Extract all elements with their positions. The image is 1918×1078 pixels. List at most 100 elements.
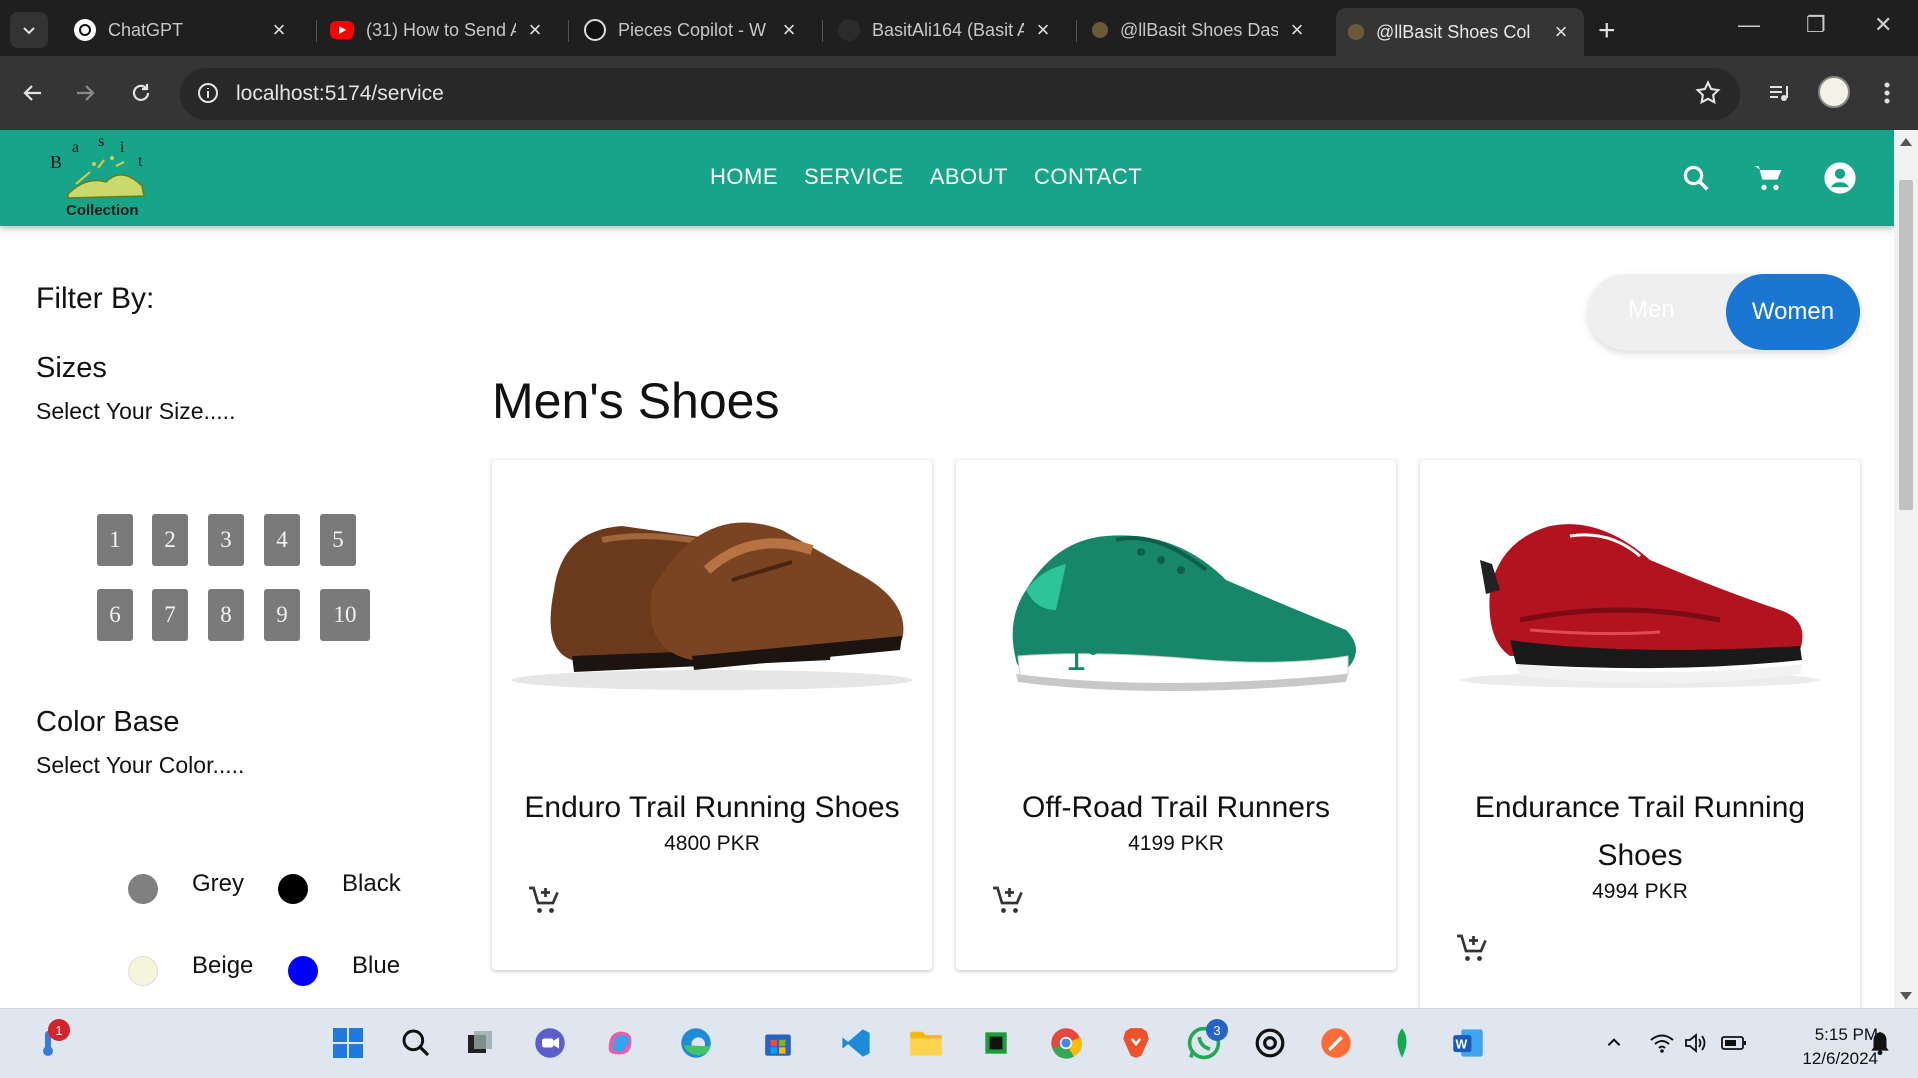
nav-about-link[interactable]: ABOUT: [930, 164, 1008, 190]
media-control-button[interactable]: [1760, 74, 1798, 112]
reload-button[interactable]: [122, 74, 160, 112]
add-to-cart-button[interactable]: [990, 882, 1026, 918]
forward-button[interactable]: [66, 74, 104, 112]
svg-text:a: a: [72, 139, 79, 156]
color-label-grey[interactable]: Grey: [192, 870, 244, 898]
color-label-beige[interactable]: Beige: [192, 952, 253, 980]
restore-icon[interactable]: ❐: [1806, 12, 1826, 38]
taskbar-app-edge[interactable]: [676, 1023, 716, 1063]
toggle-women-option[interactable]: Women: [1726, 274, 1860, 350]
close-tab-icon[interactable]: ×: [778, 17, 800, 43]
scrollbar-thumb[interactable]: [1899, 180, 1913, 510]
taskbar-app-word[interactable]: W: [1448, 1023, 1488, 1063]
size-button-3[interactable]: 3: [208, 514, 244, 566]
color-swatch-black[interactable]: [278, 874, 308, 904]
search-button[interactable]: [1676, 158, 1716, 198]
product-name: Enduro Trail Running Shoes: [524, 791, 900, 824]
video-chat-icon: [535, 1028, 565, 1058]
svg-text:s: s: [98, 136, 104, 150]
account-button[interactable]: [1820, 158, 1860, 198]
scroll-down-arrow-icon[interactable]: [1900, 992, 1912, 1000]
tab-shoes-dashboard[interactable]: @llBasit Shoes Das ×: [1080, 10, 1320, 50]
start-button[interactable]: [328, 1023, 368, 1063]
size-button-5[interactable]: 5: [320, 514, 356, 566]
product-price: 4800 PKR: [664, 832, 760, 855]
color-swatch-blue[interactable]: [288, 956, 318, 986]
size-button-10[interactable]: 10: [320, 589, 370, 641]
taskbar-app-meet[interactable]: [530, 1023, 570, 1063]
svg-text:1°: 1°: [1066, 637, 1100, 678]
close-window-icon[interactable]: ✕: [1874, 12, 1892, 38]
new-tab-button[interactable]: +: [1598, 14, 1616, 48]
close-tab-icon[interactable]: ×: [268, 17, 290, 43]
color-swatch-grey[interactable]: [128, 874, 158, 904]
battery-status[interactable]: [1714, 1023, 1754, 1063]
volume-status[interactable]: [1676, 1023, 1716, 1063]
tab-title: Pieces Copilot - W: [618, 19, 767, 40]
color-label-black[interactable]: Black: [342, 870, 401, 898]
taskbar-app-store[interactable]: [758, 1023, 798, 1063]
show-hidden-icons-button[interactable]: [1594, 1023, 1634, 1063]
taskbar-app-brave[interactable]: [1116, 1023, 1156, 1063]
site-info-icon[interactable]: [196, 81, 220, 110]
size-button-9[interactable]: 9: [264, 589, 300, 641]
profile-avatar[interactable]: [1818, 76, 1850, 108]
store-icon: [765, 1034, 791, 1056]
address-bar[interactable]: localhost:5174/service: [180, 68, 1740, 120]
scroll-up-arrow-icon[interactable]: [1900, 138, 1912, 146]
size-button-2[interactable]: 2: [152, 514, 188, 566]
tab-divider: [822, 20, 823, 42]
bookmark-star-icon[interactable]: [1694, 79, 1722, 112]
add-to-cart-button[interactable]: [1454, 930, 1490, 966]
size-button-8[interactable]: 8: [208, 589, 244, 641]
product-card[interactable]: Enduro Trail Running Shoes 4800 PKR: [492, 460, 932, 970]
mongodb-leaf-icon: [1397, 1028, 1407, 1058]
account-circle-icon: [1824, 162, 1856, 194]
close-tab-icon[interactable]: ×: [1286, 17, 1308, 43]
nav-service-link[interactable]: SERVICE: [804, 164, 904, 190]
taskbar-search-button[interactable]: [396, 1023, 436, 1063]
browser-menu-button[interactable]: [1868, 74, 1906, 112]
nav-contact-link[interactable]: CONTACT: [1034, 164, 1142, 190]
tab-chatgpt[interactable]: ChatGPT ×: [62, 10, 302, 50]
brand-logo[interactable]: B a s i t Collection: [46, 133, 166, 222]
logo-caption: Collection: [66, 202, 139, 219]
size-button-7[interactable]: 7: [152, 589, 188, 641]
tab-search-button[interactable]: [10, 12, 48, 48]
size-button-4[interactable]: 4: [264, 514, 300, 566]
tab-youtube[interactable]: (31) How to Send A ×: [318, 10, 558, 50]
tab-pieces[interactable]: Pieces Copilot - W ×: [572, 10, 812, 50]
tab-shoes-collection[interactable]: @llBasit Shoes Col ×: [1336, 8, 1584, 56]
taskbar-app-chip[interactable]: [976, 1023, 1016, 1063]
tab-github[interactable]: BasitAli164 (Basit A ×: [826, 10, 1066, 50]
taskbar-app-explorer[interactable]: [906, 1023, 946, 1063]
taskbar-app-pieces[interactable]: [1250, 1023, 1290, 1063]
cart-button[interactable]: [1748, 158, 1788, 198]
color-label-blue[interactable]: Blue: [352, 952, 400, 980]
add-shopping-cart-icon: [1457, 934, 1487, 961]
close-tab-icon[interactable]: ×: [524, 17, 546, 43]
task-view-button[interactable]: [460, 1023, 500, 1063]
taskbar-app-copilot[interactable]: [600, 1023, 640, 1063]
product-card[interactable]: Endurance Trail Running Shoes 4994 PKR: [1420, 460, 1860, 1008]
color-swatch-beige[interactable]: [128, 956, 158, 986]
page-scrollbar[interactable]: [1894, 130, 1918, 1008]
close-tab-icon[interactable]: ×: [1032, 17, 1054, 43]
minimize-icon[interactable]: —: [1738, 12, 1760, 38]
edge-icon: [681, 1028, 711, 1058]
taskbar-app-mongodb[interactable]: [1382, 1023, 1422, 1063]
taskbar-app-vscode[interactable]: [836, 1023, 876, 1063]
notifications-button[interactable]: [1860, 1023, 1900, 1063]
nav-home-link[interactable]: HOME: [710, 164, 778, 190]
add-to-cart-button[interactable]: [526, 882, 562, 918]
taskbar-app-postman[interactable]: [1316, 1023, 1356, 1063]
product-card[interactable]: 1° Off-Road Trail Runners 4199 PKR: [956, 460, 1396, 970]
add-shopping-cart-icon: [993, 886, 1023, 913]
size-button-1[interactable]: 1: [97, 514, 133, 566]
back-button[interactable]: [14, 74, 52, 112]
taskbar-app-chrome[interactable]: [1046, 1023, 1086, 1063]
size-button-6[interactable]: 6: [97, 589, 133, 641]
shoe-logo-icon: B a s i t: [50, 133, 145, 199]
toggle-men-option[interactable]: Men: [1628, 296, 1675, 324]
close-tab-icon[interactable]: ×: [1550, 19, 1572, 45]
